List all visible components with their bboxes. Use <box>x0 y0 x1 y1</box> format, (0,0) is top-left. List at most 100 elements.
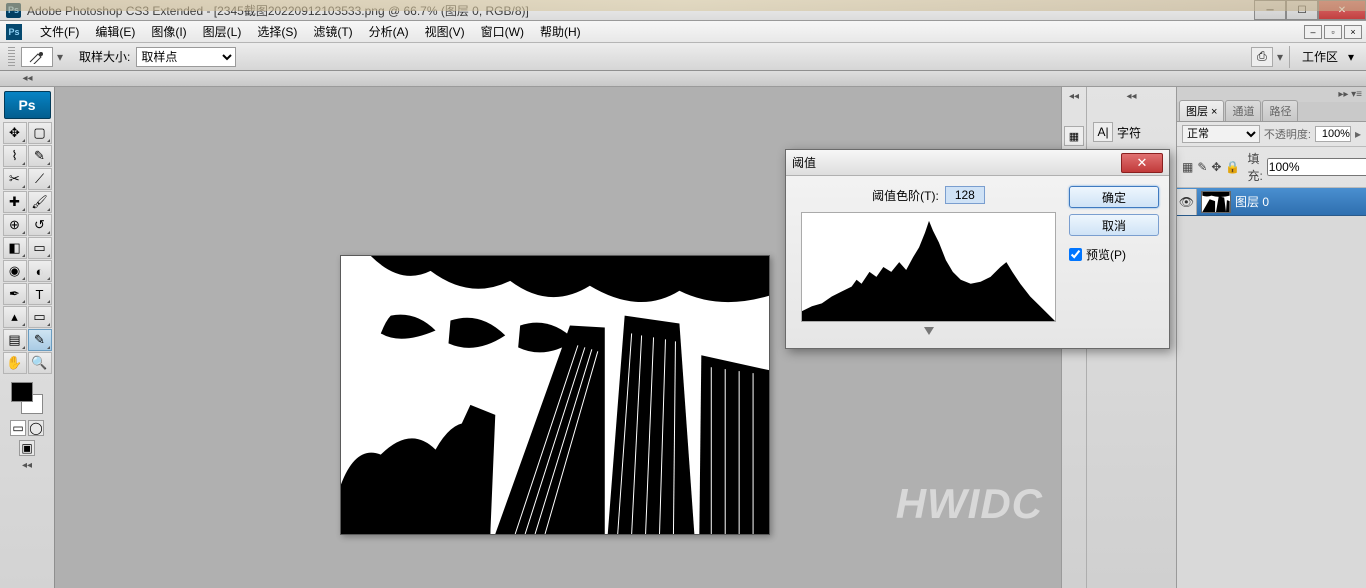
crop-tool[interactable]: ✂ <box>3 168 27 190</box>
brush-tool[interactable]: 🖌 <box>28 191 52 213</box>
pen-tool[interactable]: ✒ <box>3 283 27 305</box>
gradient-tool[interactable]: ▭ <box>28 237 52 259</box>
doc-close-button[interactable]: × <box>1344 25 1362 39</box>
layer-name: 图层 0 <box>1235 193 1269 210</box>
chevron-down-icon[interactable]: ▾ <box>57 50 63 64</box>
path-select-tool[interactable]: ▴ <box>3 306 27 328</box>
character-panel-button[interactable]: A| 字符 <box>1087 118 1176 146</box>
lock-transparency-icon[interactable]: ▦ <box>1182 160 1193 174</box>
slice-tool[interactable]: ⟋ <box>28 168 52 190</box>
menu-item[interactable]: 帮助(H) <box>532 20 589 43</box>
stamp-tool[interactable]: ⊕ <box>3 214 27 236</box>
toolbox: Ps ✥ ▢ ⌇ ✎ ✂ ⟋ ✚ 🖌 ⊕ ↺ ◧ ▭ ◉ ◐ ✒ T ▴ ▭ ▤… <box>0 87 55 588</box>
shape-tool[interactable]: ▭ <box>28 306 52 328</box>
history-brush-tool[interactable]: ↺ <box>28 214 52 236</box>
histogram-slider[interactable] <box>796 324 1061 338</box>
tab-paths[interactable]: 路径 <box>1262 100 1298 121</box>
blend-mode-select[interactable]: 正常 <box>1182 125 1260 143</box>
watermark: HWIDC <box>896 480 1043 528</box>
layer-thumbnail[interactable] <box>1201 191 1231 213</box>
menu-item[interactable]: 图层(L) <box>195 20 250 43</box>
menu-item[interactable]: 分析(A) <box>361 20 417 43</box>
collapse-chevrons-icon[interactable]: ◂◂ <box>0 73 55 84</box>
toolbox-collapse-icon[interactable]: ◂◂ <box>22 460 32 471</box>
preview-checkbox[interactable] <box>1069 248 1082 261</box>
lock-move-icon[interactable]: ✥ <box>1211 160 1221 174</box>
tab-channels[interactable]: 通道 <box>1225 100 1261 121</box>
tool-preset-picker[interactable] <box>21 47 53 67</box>
slider-handle-icon[interactable] <box>924 327 934 335</box>
menu-item[interactable]: 视图(V) <box>417 20 473 43</box>
ps-menu-icon[interactable]: Ps <box>6 24 22 40</box>
go-bridge-button[interactable]: ⎙ <box>1251 47 1273 67</box>
tab-layers[interactable]: 图层 × <box>1179 100 1224 121</box>
blend-row: 正常 不透明度: ▸ <box>1177 122 1366 147</box>
lock-all-icon[interactable]: 🔒 <box>1225 160 1239 174</box>
standard-mode-button[interactable]: ▭ <box>10 420 26 436</box>
doc-restore-button[interactable]: ▫ <box>1324 25 1342 39</box>
healing-tool[interactable]: ✚ <box>3 191 27 213</box>
chevron-down-icon[interactable]: ▾ <box>1344 50 1358 64</box>
dialog-titlebar[interactable]: 阈值 ✕ <box>786 150 1169 176</box>
chevron-down-icon[interactable]: ▾ <box>1277 50 1283 64</box>
doc-minimize-button[interactable]: – <box>1304 25 1322 39</box>
dialog-title: 阈值 <box>792 154 816 171</box>
sample-size-label: 取样大小: <box>79 48 130 65</box>
menu-item[interactable]: 编辑(E) <box>87 20 143 43</box>
menu-item[interactable]: 文件(F) <box>32 20 87 43</box>
lasso-tool[interactable]: ⌇ <box>3 145 27 167</box>
document-window-controls: – ▫ × <box>1304 25 1366 39</box>
quickmask-toggle: ▭ ◯ <box>10 420 44 436</box>
histogram[interactable] <box>801 212 1056 322</box>
cancel-button[interactable]: 取消 <box>1069 214 1159 236</box>
workspace-label: 工作区 <box>1302 48 1338 65</box>
quick-select-tool[interactable]: ✎ <box>28 145 52 167</box>
document-window[interactable] <box>340 255 770 535</box>
dodge-tool[interactable]: ◐ <box>28 260 52 282</box>
dialog-body: 阈值色阶(T): 确定 取消 预览(P) <box>786 176 1169 348</box>
notes-tool[interactable]: ▤ <box>3 329 27 351</box>
foreground-color-swatch[interactable] <box>11 382 33 402</box>
blur-tool[interactable]: ◉ <box>3 260 27 282</box>
threshold-level-label: 阈值色阶(T): <box>872 187 939 204</box>
chevron-right-icon[interactable]: ▸ <box>1355 127 1361 141</box>
tool-grid: ✥ ▢ ⌇ ✎ ✂ ⟋ ✚ 🖌 ⊕ ↺ ◧ ▭ ◉ ◐ ✒ T ▴ ▭ ▤ ✎ … <box>3 122 52 374</box>
threshold-level-row: 阈值色阶(T): <box>796 186 1061 204</box>
navigator-icon[interactable]: ▦ <box>1064 126 1084 146</box>
opacity-input[interactable] <box>1315 126 1351 142</box>
lock-row: ▦ ✎ ✥ 🔒 填充: ▸ <box>1177 147 1366 188</box>
dialog-close-button[interactable]: ✕ <box>1121 153 1163 173</box>
menu-item[interactable]: 图像(I) <box>143 20 194 43</box>
zoom-tool[interactable]: 🔍 <box>28 352 52 374</box>
options-grip[interactable] <box>8 47 15 67</box>
character-icon: A| <box>1093 122 1113 142</box>
menu-item[interactable]: 选择(S) <box>249 20 305 43</box>
fill-input[interactable] <box>1267 158 1366 176</box>
quickmask-mode-button[interactable]: ◯ <box>28 420 44 436</box>
lock-brush-icon[interactable]: ✎ <box>1197 160 1207 174</box>
type-tool[interactable]: T <box>28 283 52 305</box>
menu-item[interactable]: 窗口(W) <box>473 20 532 43</box>
preview-checkbox-row[interactable]: 预览(P) <box>1069 246 1159 263</box>
threshold-dialog: 阈值 ✕ 阈值色阶(T): 确定 取消 预览(P) <box>785 149 1170 349</box>
layer-item[interactable]: 👁 图层 0 <box>1177 188 1366 216</box>
ps-logo[interactable]: Ps <box>4 91 51 119</box>
threshold-level-input[interactable] <box>945 186 985 204</box>
ok-button[interactable]: 确定 <box>1069 186 1159 208</box>
eraser-tool[interactable]: ◧ <box>3 237 27 259</box>
expand-chevrons-icon[interactable]: ◂◂ <box>1069 91 1079 102</box>
expand-chevrons-icon[interactable]: ◂◂ <box>1126 91 1136 102</box>
sample-size-select[interactable]: 取样点 <box>136 47 236 67</box>
character-label: 字符 <box>1117 124 1141 141</box>
opacity-label: 不透明度: <box>1264 126 1311 142</box>
hand-tool[interactable]: ✋ <box>3 352 27 374</box>
eyedropper-tool[interactable]: ✎ <box>28 329 52 351</box>
marquee-tool[interactable]: ▢ <box>28 122 52 144</box>
move-tool[interactable]: ✥ <box>3 122 27 144</box>
layers-list: 👁 图层 0 <box>1177 188 1366 588</box>
separator <box>1289 46 1290 68</box>
screen-mode-button[interactable]: ▣ <box>19 440 35 456</box>
color-swatches[interactable] <box>7 380 47 416</box>
visibility-toggle-icon[interactable]: 👁 <box>1177 189 1197 215</box>
menu-item[interactable]: 滤镜(T) <box>305 20 360 43</box>
